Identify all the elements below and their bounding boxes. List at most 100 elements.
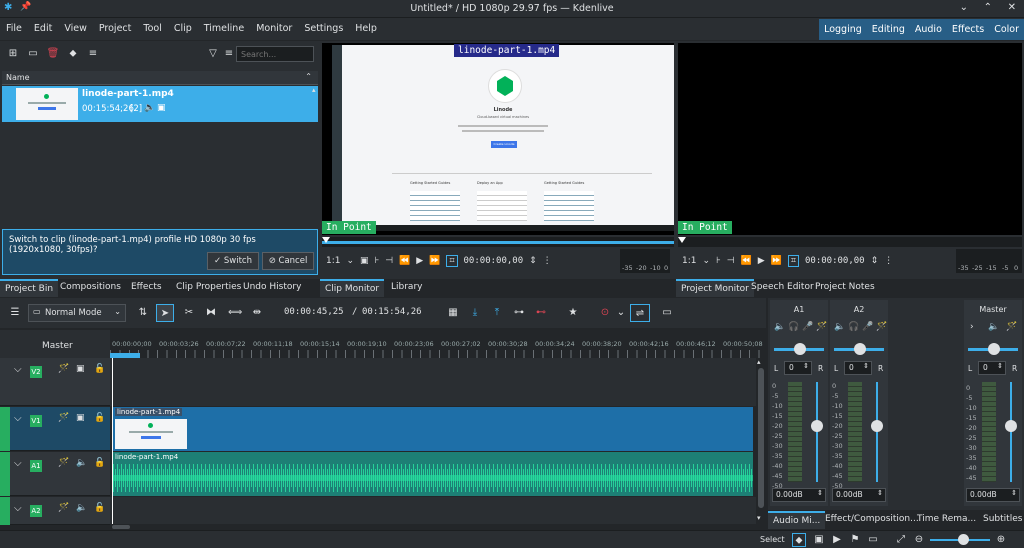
maximize-icon[interactable]: ⌃ <box>984 2 992 13</box>
pan-handle[interactable] <box>988 343 1000 355</box>
track-v2-area[interactable] <box>110 358 756 406</box>
clip-playhead[interactable] <box>322 237 330 243</box>
volume-value-field[interactable]: 0.00dB ⇕ <box>966 488 1020 502</box>
project-monitor-video[interactable]: In Point <box>678 43 1022 235</box>
snap-icon[interactable]: ⇌ <box>630 304 650 322</box>
show-thumbnails-icon[interactable]: ▣ <box>812 533 826 547</box>
project-rewind-icon[interactable]: ⏪ <box>741 256 752 266</box>
cancel-button[interactable]: ⊘ Cancel <box>262 252 314 270</box>
layout-effects[interactable]: Effects <box>947 19 989 40</box>
extract-icon[interactable]: ⊶ <box>512 306 526 320</box>
effects-icon[interactable]: 🪄 <box>58 364 69 374</box>
volume-handle[interactable] <box>871 420 883 432</box>
project-zoom-select[interactable]: 1:1 <box>682 256 696 266</box>
clip-fit-icon[interactable]: ▣ <box>360 256 369 266</box>
multicam-icon[interactable]: ⇅ <box>136 306 150 320</box>
effects-icon[interactable]: 🪄 <box>876 322 887 332</box>
track-a2-area[interactable] <box>110 497 756 525</box>
tab-effects[interactable]: Effects <box>126 279 167 295</box>
zoom-out-icon[interactable]: ⊖ <box>912 533 926 547</box>
filter-icon[interactable]: ▽ <box>206 47 220 61</box>
scroll-up-icon[interactable]: ▴ <box>757 358 761 366</box>
collapse-icon[interactable]: ⌵ <box>14 364 22 375</box>
volume-slider[interactable] <box>816 382 818 482</box>
close-icon[interactable]: ✕ <box>1008 2 1016 13</box>
clip-zoom-select[interactable]: 1:1 <box>326 256 340 266</box>
effects-icon[interactable]: 🪄 <box>58 458 69 468</box>
volume-stepper-icon[interactable]: ⇕ <box>877 489 883 497</box>
volume-handle[interactable] <box>811 420 823 432</box>
effects-icon[interactable]: 🪄 <box>58 503 69 513</box>
layout-audio[interactable]: Audio <box>910 19 947 40</box>
lock-icon[interactable]: 🔓 <box>94 364 105 374</box>
ripple-tool-icon[interactable]: ⟺ <box>228 306 242 320</box>
zoom-fit-icon[interactable]: ⤢ <box>894 533 908 547</box>
project-timecode-stepper-icon[interactable]: ⇕ <box>871 256 879 266</box>
timeline-playhead[interactable] <box>112 358 113 526</box>
hide-video-icon[interactable]: ▣ <box>76 413 85 423</box>
switch-button[interactable]: ✓ Switch <box>207 252 259 270</box>
tab-subtitles[interactable]: Subtitles <box>978 511 1024 527</box>
bin-search-input[interactable] <box>236 46 314 62</box>
clip-rewind-icon[interactable]: ⏪ <box>399 256 410 266</box>
composite-icon[interactable]: ▦ <box>446 306 460 320</box>
video-clip[interactable]: linode-part-1.mp4 <box>113 407 753 451</box>
timeline-ruler[interactable]: 00:00:00;00 00:00:03;26 00:00:07;22 00:0… <box>110 340 766 358</box>
name-column[interactable]: Name <box>6 73 30 82</box>
clip-zoom-dropdown-icon[interactable]: ⌄ <box>346 256 354 266</box>
pan-handle[interactable] <box>794 343 806 355</box>
tab-project-bin[interactable]: Project Bin <box>0 279 59 297</box>
mute-icon[interactable]: 🔈 <box>774 322 785 332</box>
tab-time-remap[interactable]: Time Rema... <box>912 511 981 527</box>
solo-icon[interactable]: 🎧 <box>848 322 859 332</box>
tab-undo-history[interactable]: Undo History <box>238 279 306 295</box>
effects-icon[interactable]: 🪄 <box>58 413 69 423</box>
collapse-icon[interactable]: ⌵ <box>14 458 22 469</box>
tab-speech-editor[interactable]: Speech Editor <box>746 279 819 295</box>
timeline-settings-icon[interactable]: ☰ <box>8 306 22 320</box>
expand-icon[interactable]: › <box>970 322 974 332</box>
project-forward-icon[interactable]: ⏩ <box>771 256 782 266</box>
project-set-out-icon[interactable]: ⊣ <box>727 256 735 266</box>
project-timecode[interactable]: 00:00:00,00 <box>805 256 865 266</box>
menu-monitor[interactable]: Monitor <box>250 18 298 40</box>
lock-icon[interactable]: 🔓 <box>94 458 105 468</box>
menu-clip[interactable]: Clip <box>168 18 198 40</box>
delete-icon[interactable]: 🗑 <box>46 47 60 61</box>
project-playhead[interactable] <box>678 237 686 243</box>
favorite-icon[interactable]: ★ <box>566 306 580 320</box>
clip-more-icon[interactable]: ⋮ <box>543 256 552 266</box>
solo-icon[interactable]: 🎧 <box>788 322 799 332</box>
hide-video-icon[interactable]: ▣ <box>76 364 85 374</box>
lock-icon[interactable]: 🔓 <box>94 503 105 513</box>
tab-project-monitor[interactable]: Project Monitor <box>676 279 754 297</box>
zoom-handle[interactable] <box>958 534 969 545</box>
razor-tool-icon[interactable]: ✂ <box>182 306 196 320</box>
layout-color[interactable]: Color <box>989 19 1024 40</box>
scroll-down-icon[interactable]: ▾ <box>757 514 761 522</box>
menu-settings[interactable]: Settings <box>298 18 349 40</box>
effects-icon[interactable]: 🪄 <box>1006 322 1017 332</box>
menu-timeline[interactable]: Timeline <box>198 18 250 40</box>
volume-slider[interactable] <box>1010 382 1012 482</box>
project-set-in-icon[interactable]: ⊦ <box>716 256 721 266</box>
menu-file[interactable]: File <box>0 18 28 40</box>
show-markers-icon[interactable]: ⬥ <box>792 533 806 547</box>
timeline-position[interactable]: 00:00:45,25 <box>284 307 344 317</box>
clip-monitor-video[interactable]: Linode Cloud-based virtual machines Crea… <box>322 43 674 235</box>
pan-stepper-icon[interactable]: ⇕ <box>997 362 1003 370</box>
edit-mode-select[interactable]: ▭ Normal Mode ⌄ <box>28 304 126 322</box>
tab-clip-monitor[interactable]: Clip Monitor <box>320 279 385 297</box>
pan-value-field[interactable]: 0 ⇕ <box>978 361 1006 375</box>
overwrite-icon[interactable]: ⤒ <box>490 306 504 320</box>
menu-edit[interactable]: Edit <box>28 18 58 40</box>
folder-icon[interactable]: ▭ <box>26 47 40 61</box>
tab-clip-properties[interactable]: Clip Properties <box>171 279 246 295</box>
zoom-in-icon[interactable]: ⊕ <box>994 533 1008 547</box>
volume-stepper-icon[interactable]: ⇕ <box>817 489 823 497</box>
timeline-vscrollbar[interactable]: ▴ ▾ <box>756 358 766 526</box>
tag-icon[interactable]: ⬥ <box>66 47 80 61</box>
effects-icon[interactable]: 🪄 <box>816 322 827 332</box>
tab-effect-composition[interactable]: Effect/Composition... <box>820 511 924 527</box>
volume-handle[interactable] <box>1005 420 1017 432</box>
